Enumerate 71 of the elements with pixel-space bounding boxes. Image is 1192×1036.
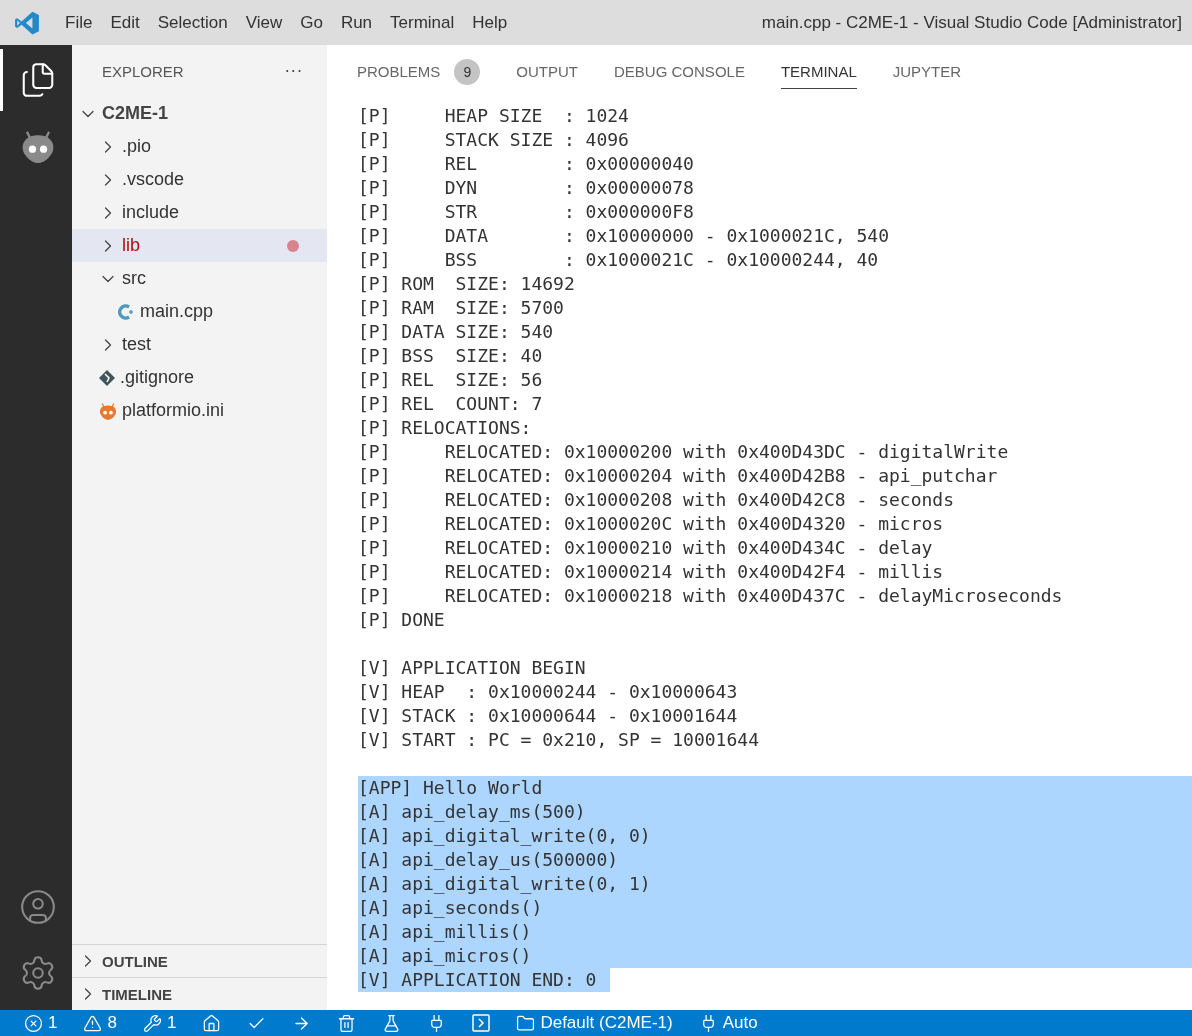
tree-item[interactable]: C2ME-1: [72, 97, 327, 130]
menu-item[interactable]: Terminal: [381, 8, 464, 37]
terminal-line: [P] RELOCATED: 0x10000214 with 0x400D42F4 - millis: [358, 560, 945, 584]
terminal-line: [P] BSS : 0x1000021C - 0x10000244, 40: [358, 248, 880, 272]
folder-icon[interactable]: [516, 1013, 536, 1033]
tree-item[interactable]: platformio.ini: [72, 394, 327, 427]
panel-tab[interactable]: DEBUG CONSOLE: [614, 55, 745, 89]
status-item[interactable]: Default (C2ME-1): [516, 1013, 673, 1033]
terminal-line: [P] STR : 0x000000F8: [358, 200, 695, 224]
status-item[interactable]: Auto: [698, 1013, 758, 1033]
terminal-line: [P] REL SIZE: 56: [358, 368, 544, 392]
terminal-line: [P] HEAP SIZE : 1024: [358, 104, 630, 128]
more-actions-button[interactable]: ···: [284, 61, 303, 81]
tree-item[interactable]: src: [72, 262, 327, 295]
tree-item[interactable]: lib: [72, 229, 327, 262]
terminal-line: [V] HEAP : 0x10000244 - 0x10000643: [358, 680, 739, 704]
terminal-line: [P] RELOCATED: 0x10000208 with 0x400D42C8 - seconds: [358, 488, 956, 512]
platformio-file-icon: [98, 400, 118, 421]
terminal-line: [V] STACK : 0x10000644 - 0x10001644: [358, 704, 739, 728]
home-icon[interactable]: [202, 1013, 222, 1033]
terminal-line: [P] RAM SIZE: 5700: [358, 296, 565, 320]
menu-item[interactable]: Edit: [101, 8, 149, 37]
trash-icon[interactable]: [337, 1013, 357, 1033]
tree-item[interactable]: main.cpp: [72, 295, 327, 328]
warning-icon[interactable]: [83, 1013, 103, 1033]
terminal-line: [P] DYN : 0x00000078: [358, 176, 695, 200]
sidebar-title: EXPLORER: [102, 62, 184, 80]
error-icon[interactable]: [24, 1013, 43, 1033]
terminal-line: [P] REL COUNT: 7: [358, 392, 544, 416]
tree-item[interactable]: .pio: [72, 130, 327, 163]
window-title: main.cpp - C2ME-1 - Visual Studio Code [Administrator]: [761, 12, 1182, 33]
status-item[interactable]: 1: [142, 1013, 177, 1033]
count-badge: 9: [454, 58, 481, 85]
tree-item[interactable]: .vscode: [72, 163, 327, 196]
terminal-line: [V] APPLICATION BEGIN: [358, 656, 587, 680]
terminal-line: [P] RELOCATED: 0x10000218 with 0x400D437C - delayMicroseconds: [358, 584, 1064, 608]
terminal-line: [P] DATA SIZE: 540: [358, 320, 555, 344]
terminal-line: [P] ROM SIZE: 14692: [358, 272, 576, 296]
cpp-file-icon: [118, 302, 136, 321]
terminal-line: [P] STACK SIZE : 4096: [358, 128, 630, 152]
status-item[interactable]: 8: [83, 1013, 117, 1033]
terminal-line: [P] DATA : 0x10000000 - 0x1000021C, 540: [358, 224, 890, 248]
status-item[interactable]: 1: [24, 1013, 58, 1033]
wrench-icon[interactable]: [142, 1013, 162, 1033]
menu-item[interactable]: View: [236, 8, 292, 37]
terminal-icon[interactable]: [472, 1014, 491, 1032]
terminal-line: [P] RELOCATED: 0x10000200 with 0x400D43DC - digitalWrite: [358, 440, 1010, 464]
menu-item[interactable]: Help: [463, 8, 517, 37]
terminal-line: [P] RELOCATED: 0x10000204 with 0x400D42B8 - api_putchar: [358, 464, 999, 488]
menu-item[interactable]: Run: [331, 8, 382, 37]
panel-tab[interactable]: TERMINAL: [780, 55, 857, 89]
panel-tab[interactable]: PROBLEMS 9: [357, 50, 481, 94]
menu-item[interactable]: Go: [291, 8, 332, 37]
tree-item[interactable]: test: [72, 328, 327, 361]
terminal-line: [V] START : PC = 0x210, SP = 10001644: [358, 728, 760, 752]
tree-item[interactable]: include: [72, 196, 327, 229]
terminal-line: [P] RELOCATED: 0x1000020C with 0x400D4320 - micros: [358, 512, 945, 536]
terminal-line: [P] BSS SIZE: 40: [358, 344, 544, 368]
account-icon[interactable]: [18, 888, 57, 926]
terminal-line: [P] RELOCATIONS:: [358, 416, 533, 440]
git-file-icon: [98, 368, 116, 387]
terminal-line: [P] DONE: [358, 608, 446, 632]
panel-tab[interactable]: OUTPUT: [516, 55, 579, 89]
vscode-logo-icon: [14, 9, 40, 36]
tree-item[interactable]: .gitignore: [72, 361, 327, 394]
panel-tab[interactable]: JUPYTER: [892, 55, 962, 89]
terminal-line: [P] RELOCATED: 0x10000210 with 0x400D434C - delay: [358, 536, 934, 560]
menu-item[interactable]: File: [56, 8, 102, 37]
terminal-line: [P] REL : 0x00000040: [358, 152, 695, 176]
menu-item[interactable]: Selection: [148, 8, 237, 37]
section-header[interactable]: OUTLINE: [72, 944, 327, 977]
